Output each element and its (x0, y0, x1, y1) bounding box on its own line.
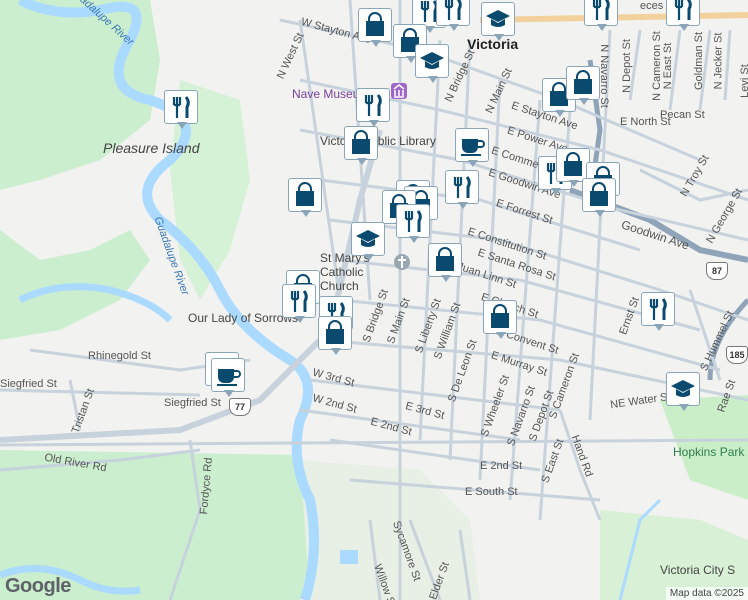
restaurant-icon (364, 94, 382, 116)
church-icon[interactable] (393, 253, 411, 271)
route-shield-87: 87 (706, 262, 728, 280)
museum-icon[interactable] (390, 82, 408, 100)
restaurant-marker[interactable] (356, 88, 392, 128)
school-icon (486, 10, 510, 27)
restaurant-marker[interactable] (396, 204, 432, 244)
street-label: Siegfried St (0, 378, 57, 390)
shopping-marker[interactable] (318, 316, 354, 356)
shopping-icon (574, 70, 592, 94)
shopping-icon (436, 247, 454, 271)
restaurant-marker[interactable] (282, 284, 318, 324)
map-canvas[interactable]: Victoria Pleasure Island Guadalupe River… (0, 0, 748, 600)
place-label-pleasure-island: Pleasure Island (103, 140, 200, 156)
restaurant-icon (674, 0, 692, 20)
street-label: Siegfried St (164, 397, 221, 409)
shopping-icon (564, 152, 582, 176)
shopping-icon (352, 130, 370, 154)
cafe-marker[interactable] (455, 128, 491, 168)
restaurant-icon (592, 0, 610, 20)
street-label: Pecan St (660, 109, 705, 121)
restaurant-icon (290, 290, 308, 312)
cafe-icon (217, 369, 241, 386)
school-marker[interactable] (666, 372, 702, 412)
route-shield-77: 77 (229, 398, 251, 416)
shopping-icon (491, 304, 509, 328)
school-icon (356, 230, 380, 247)
restaurant-marker[interactable] (164, 90, 200, 130)
school-marker[interactable] (351, 222, 387, 262)
restaurant-icon (404, 210, 422, 232)
street-label: N Depot St (620, 39, 633, 93)
poi-label-victoria-city: Victoria City S (660, 563, 736, 577)
school-icon (420, 52, 444, 69)
shopping-marker[interactable] (483, 300, 519, 340)
street-label: E 2nd St (480, 460, 523, 472)
shopping-icon (296, 182, 314, 206)
cafe-marker[interactable] (211, 358, 247, 398)
school-marker[interactable] (415, 44, 451, 84)
shopping-marker[interactable] (566, 66, 602, 106)
restaurant-marker[interactable] (445, 170, 481, 210)
restaurant-icon (172, 96, 190, 118)
map-attribution[interactable]: Map data ©2025 (665, 587, 748, 600)
street-label: N Cameron St (650, 31, 663, 101)
street-label: N East St (662, 42, 675, 90)
shopping-marker[interactable] (358, 8, 394, 48)
park-label-hopkins: Hopkins Park (673, 445, 745, 459)
school-icon (671, 380, 695, 397)
shopping-marker[interactable] (582, 178, 618, 218)
restaurant-marker[interactable] (584, 0, 620, 32)
restaurant-icon (453, 176, 471, 198)
street-label: Rhinegold St (88, 350, 151, 362)
shopping-icon (326, 320, 344, 344)
shopping-marker[interactable] (344, 126, 380, 166)
shopping-icon (366, 12, 384, 36)
google-logo: Google (5, 575, 71, 597)
cafe-icon (461, 139, 485, 156)
shopping-marker[interactable] (428, 243, 464, 283)
shopping-marker[interactable] (288, 178, 324, 218)
restaurant-icon (444, 0, 462, 20)
restaurant-marker[interactable] (666, 0, 702, 32)
route-shield-185: 185 (726, 346, 748, 364)
school-marker[interactable] (481, 2, 517, 42)
street-label: Levi St (738, 64, 748, 98)
shopping-icon (590, 182, 608, 206)
restaurant-icon (649, 298, 667, 320)
restaurant-marker[interactable] (436, 0, 472, 32)
street-label: E South St (465, 486, 518, 498)
street-label: Goldman St (693, 31, 706, 91)
street-label: N Jecker St (712, 32, 725, 90)
restaurant-marker[interactable] (641, 292, 677, 332)
